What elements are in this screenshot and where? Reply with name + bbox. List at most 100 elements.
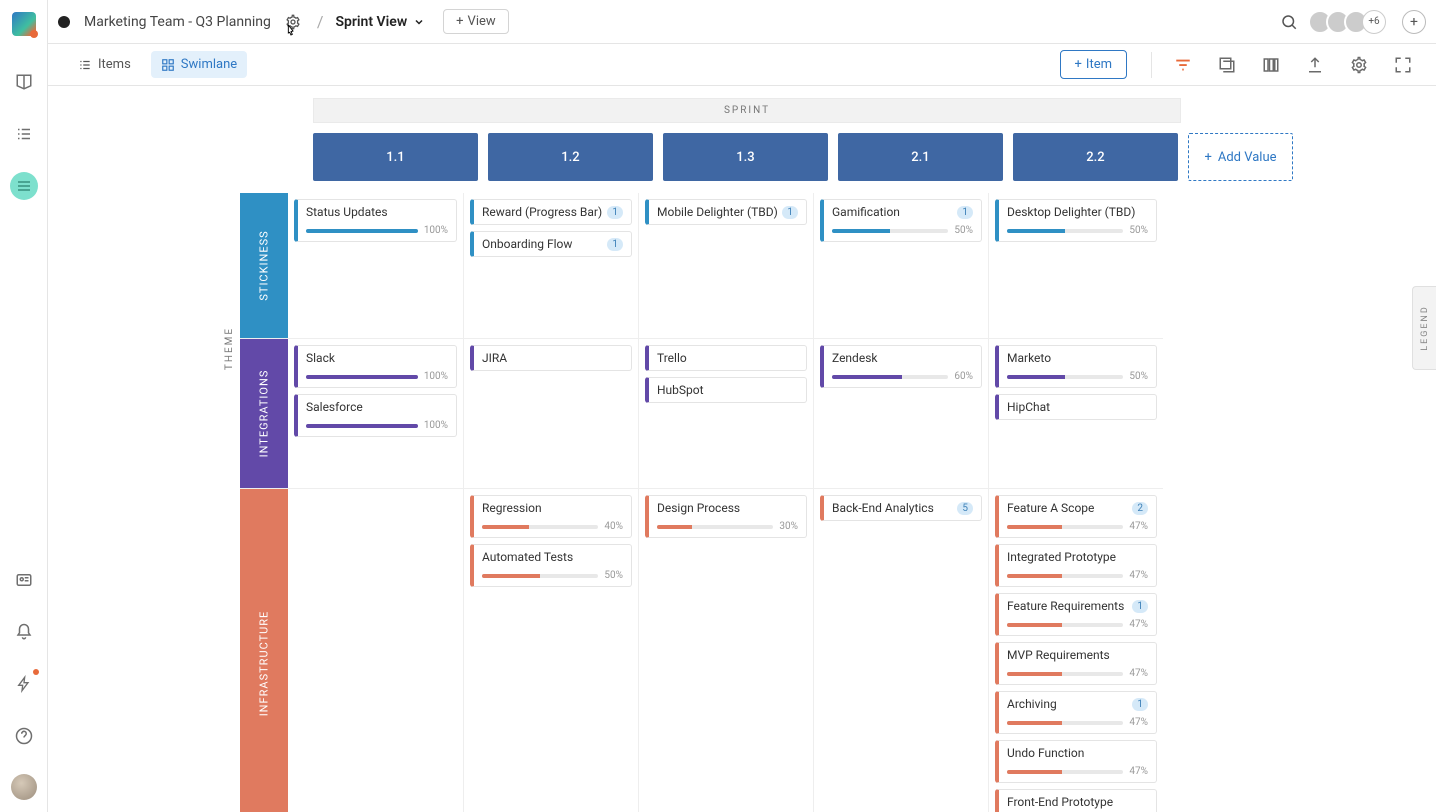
lane-cell[interactable]: Feature A Scope247%Integrated Prototype4… — [988, 489, 1163, 812]
add-member-button[interactable]: + — [1402, 10, 1426, 34]
lane-infrastructure: INFRASTRUCTURE Regression40% Automated Tes… — [240, 489, 1163, 812]
filter-button[interactable] — [1170, 52, 1196, 78]
page-title[interactable]: Marketing Team - Q3 Planning — [84, 14, 271, 30]
card[interactable]: Slack100% — [294, 345, 457, 388]
lane-cell[interactable]: JIRA — [463, 339, 638, 488]
sprint-column-header[interactable]: 1.3 — [663, 133, 828, 181]
lane-cell[interactable]: Design Process30% — [638, 489, 813, 812]
stack-icon — [1218, 56, 1236, 74]
lane-label[interactable]: STICKINESS — [240, 193, 288, 338]
card[interactable]: Mobile Delighter (TBD)1 — [645, 199, 807, 225]
card-progress: 100% — [306, 225, 448, 236]
sprint-column-header[interactable]: 2.2 — [1013, 133, 1178, 181]
card[interactable]: Front-End Prototype47% — [995, 789, 1157, 812]
card[interactable]: HipChat — [995, 394, 1157, 420]
card[interactable]: JIRA — [470, 345, 632, 371]
export-button[interactable] — [1302, 52, 1328, 78]
lane-cell[interactable]: Back-End Analytics5 — [813, 489, 988, 812]
card[interactable]: HubSpot — [645, 377, 807, 403]
card[interactable]: Salesforce100% — [294, 394, 457, 437]
card[interactable]: Regression40% — [470, 495, 632, 538]
card[interactable]: Automated Tests50% — [470, 544, 632, 587]
add-value-button[interactable]: +Add Value — [1188, 133, 1293, 181]
app-logo[interactable] — [12, 12, 36, 36]
card[interactable]: Trello — [645, 345, 807, 371]
breadcrumb-separator: / — [317, 12, 324, 31]
sprint-column-header[interactable]: 1.2 — [488, 133, 653, 181]
card-progress-pct: 100% — [424, 371, 448, 382]
card-progress-pct: 50% — [1129, 225, 1148, 236]
card[interactable]: Reward (Progress Bar)1 — [470, 199, 632, 225]
tab-swimlane[interactable]: Swimlane — [151, 51, 247, 78]
view-tool-group — [1151, 52, 1416, 78]
legend-toggle[interactable]: LEGEND — [1412, 286, 1436, 370]
list-check-icon[interactable] — [10, 120, 38, 148]
add-view-button[interactable]: + View — [443, 9, 509, 34]
card[interactable]: Undo Function47% — [995, 740, 1157, 783]
card[interactable]: Marketo50% — [995, 345, 1157, 388]
lane-stickiness: STICKINESSStatus Updates100%Reward (Prog… — [240, 193, 1163, 339]
columns-button[interactable] — [1258, 52, 1284, 78]
lane-cell[interactable]: Desktop Delighter (TBD) 50% — [988, 193, 1163, 338]
fullscreen-button[interactable] — [1390, 52, 1416, 78]
card[interactable]: Design Process30% — [645, 495, 807, 538]
card[interactable]: Gamification150% — [820, 199, 982, 242]
contact-card-icon[interactable] — [10, 566, 38, 594]
card[interactable]: Desktop Delighter (TBD) 50% — [995, 199, 1157, 242]
card-badge: 1 — [607, 206, 623, 219]
lane-label[interactable]: INTEGRATIONS — [240, 339, 288, 488]
settings-button[interactable] — [281, 10, 305, 34]
card[interactable]: MVP Requirements47% — [995, 642, 1157, 685]
card[interactable]: Status Updates100% — [294, 199, 457, 242]
card[interactable]: Integrated Prototype47% — [995, 544, 1157, 587]
add-item-button[interactable]: + Item — [1060, 50, 1127, 79]
tab-items[interactable]: Items — [68, 51, 141, 78]
view-selector[interactable]: Sprint View — [335, 14, 425, 30]
lane-cell[interactable]: Regression40% Automated Tests50% — [463, 489, 638, 812]
view-tab-bar: Items Swimlane + Item — [48, 44, 1436, 86]
lane-label[interactable]: INFRASTRUCTURE — [240, 489, 288, 812]
card-progress-pct: 100% — [424, 225, 448, 236]
card-title: MVP Requirements — [1007, 648, 1148, 662]
user-avatar[interactable] — [11, 774, 37, 800]
sprint-column-header[interactable]: 2.1 — [838, 133, 1003, 181]
card-title: Marketo — [1007, 351, 1148, 365]
bell-icon[interactable] — [10, 618, 38, 646]
lane-cell[interactable]: Gamification150% — [813, 193, 988, 338]
card-progress-pct: 30% — [779, 521, 798, 532]
card-title: Integrated Prototype — [1007, 550, 1148, 564]
lane-cell[interactable]: Status Updates100% — [288, 193, 463, 338]
group-button[interactable] — [1214, 52, 1240, 78]
lane-cell[interactable]: Trello HubSpot — [638, 339, 813, 488]
card[interactable]: Feature Requirements147% — [995, 593, 1157, 636]
sprint-column-header[interactable]: 1.1 — [313, 133, 478, 181]
member-avatars[interactable]: +6 — [1314, 10, 1386, 34]
card-title: Desktop Delighter (TBD) — [1007, 205, 1148, 219]
card[interactable]: Zendesk60% — [820, 345, 982, 388]
card-title: Back-End Analytics — [832, 501, 953, 515]
search-button[interactable] — [1274, 7, 1304, 37]
card-progress: 47% — [1007, 619, 1148, 630]
lane-cell[interactable]: Zendesk60% — [813, 339, 988, 488]
inbox-icon[interactable] — [10, 68, 38, 96]
card-badge: 1 — [1132, 698, 1148, 711]
lane-cell[interactable] — [288, 489, 463, 812]
lightning-icon[interactable] — [10, 670, 38, 698]
view-settings-button[interactable] — [1346, 52, 1372, 78]
card[interactable]: Feature A Scope247% — [995, 495, 1157, 538]
swimlane-nav-icon[interactable] — [10, 172, 38, 200]
card-progress-pct: 47% — [1129, 619, 1148, 630]
card[interactable]: Back-End Analytics5 — [820, 495, 982, 521]
avatar-overflow-count[interactable]: +6 — [1362, 10, 1386, 34]
lane-cell[interactable]: Mobile Delighter (TBD)1 — [638, 193, 813, 338]
card-progress: 60% — [832, 371, 973, 382]
lane-columns: Regression40% Automated Tests50% Design Pr… — [288, 489, 1163, 812]
card-progress-pct: 50% — [604, 570, 623, 581]
lane-cell[interactable]: Reward (Progress Bar)1 Onboarding Flow1 — [463, 193, 638, 338]
card-progress: 30% — [657, 521, 798, 532]
card[interactable]: Onboarding Flow1 — [470, 231, 632, 257]
lane-cell[interactable]: Slack100% Salesforce100% — [288, 339, 463, 488]
lane-cell[interactable]: Marketo50% HipChat — [988, 339, 1163, 488]
card[interactable]: Archiving147% — [995, 691, 1157, 734]
help-icon[interactable] — [10, 722, 38, 750]
